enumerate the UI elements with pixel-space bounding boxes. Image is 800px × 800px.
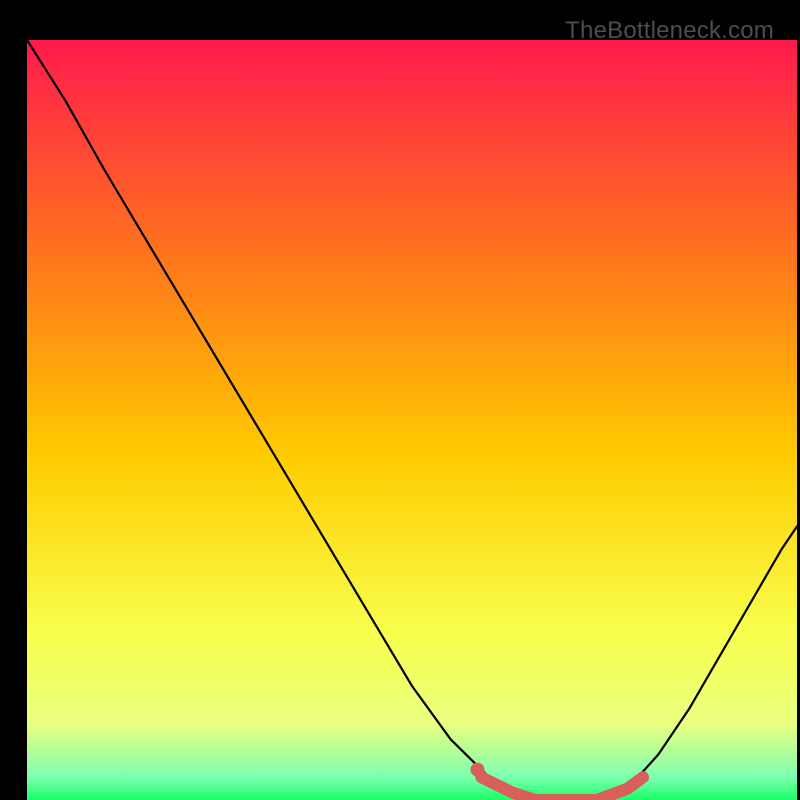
highlight-dot [470, 763, 484, 777]
chart-svg [27, 40, 797, 800]
chart-area [27, 40, 797, 800]
outer-frame: TheBottleneck.com [12, 12, 788, 788]
watermark-text: TheBottleneck.com [565, 17, 774, 45]
